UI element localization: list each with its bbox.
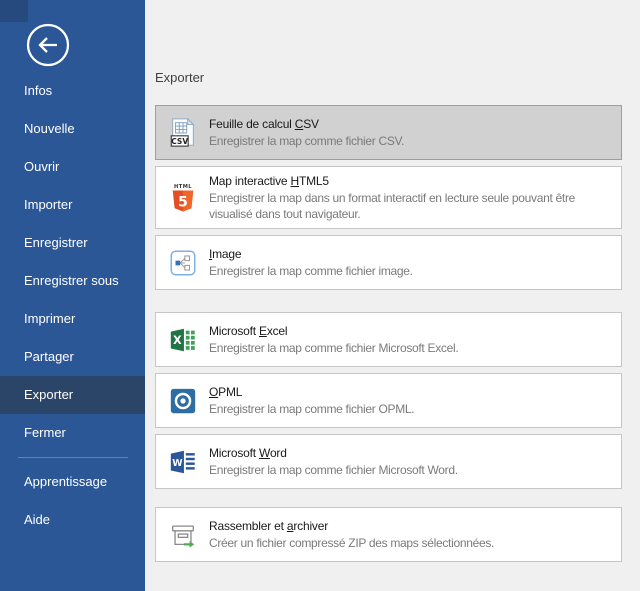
title-post: xcel	[267, 324, 288, 338]
title-accel: H	[291, 174, 299, 188]
export-item-text: Microsoft Excel Enregistrer la map comme…	[209, 323, 611, 356]
title-accel: O	[209, 385, 218, 399]
title-accel: W	[259, 446, 270, 460]
export-item-description: Enregistrer la map comme fichier image.	[209, 263, 611, 279]
export-item-title: Microsoft Word	[209, 445, 611, 461]
sidebar-item-nouvelle[interactable]: Nouvelle	[0, 110, 145, 148]
csv-file-icon: CSV	[168, 116, 198, 150]
html5-icon: HTML 5	[168, 181, 198, 215]
sidebar-item-fermer[interactable]: Fermer	[0, 414, 145, 452]
title-post: mage	[212, 247, 241, 261]
page-title: Exporter	[155, 70, 622, 85]
sidebar-item-apprentissage[interactable]: Apprentissage	[0, 463, 145, 501]
export-item-html5[interactable]: HTML 5 Map interactive HTML5 Enregistrer…	[155, 166, 622, 229]
sidebar-separator	[18, 457, 128, 458]
svg-text:5: 5	[178, 194, 188, 210]
title-pre: Feuille de calcul	[209, 117, 295, 131]
export-item-text: Microsoft Word Enregistrer la map comme …	[209, 445, 611, 478]
export-item-text: Map interactive HTML5 Enregistrer la map…	[209, 173, 611, 222]
export-item-title: OPML	[209, 384, 611, 400]
title-pre: Rassembler et	[209, 519, 287, 533]
export-item-description: Enregistrer la map dans un format intera…	[209, 190, 611, 222]
back-arrow-icon	[25, 55, 71, 72]
export-item-title: Rassembler et archiver	[209, 518, 611, 534]
sidebar-menu: Infos Nouvelle Ouvrir Importer Enregistr…	[0, 72, 145, 539]
export-item-title: Map interactive HTML5	[209, 173, 611, 189]
export-item-csv[interactable]: CSV Feuille de calcul CSV Enregistrer la…	[155, 105, 622, 160]
export-panel: Exporter CSV	[145, 0, 640, 591]
export-item-description: Enregistrer la map comme fichier Microso…	[209, 462, 611, 478]
sidebar-item-ouvrir[interactable]: Ouvrir	[0, 148, 145, 186]
archive-icon	[168, 518, 198, 552]
export-item-description: Créer un fichier compressé ZIP des maps …	[209, 535, 611, 551]
title-post: ord	[270, 446, 287, 460]
sidebar-item-exporter[interactable]: Exporter	[0, 376, 145, 414]
export-item-title: Microsoft Excel	[209, 323, 611, 339]
svg-text:X: X	[173, 334, 182, 347]
title-pre: Microsoft	[209, 446, 259, 460]
export-item-text: Feuille de calcul CSV Enregistrer la map…	[209, 116, 611, 149]
export-item-excel[interactable]: X Microsoft Excel Enregistrer la map com…	[155, 312, 622, 367]
sidebar-item-importer[interactable]: Importer	[0, 186, 145, 224]
sidebar-item-imprimer[interactable]: Imprimer	[0, 300, 145, 338]
sidebar: Infos Nouvelle Ouvrir Importer Enregistr…	[0, 0, 145, 591]
title-accel: E	[259, 324, 267, 338]
export-item-text: Rassembler et archiver Créer un fichier …	[209, 518, 611, 551]
export-item-description: Enregistrer la map comme fichier Microso…	[209, 340, 611, 356]
word-icon: W	[168, 445, 198, 479]
export-item-title: Feuille de calcul CSV	[209, 116, 611, 132]
title-post: rchiver	[293, 519, 328, 533]
excel-icon: X	[168, 323, 198, 357]
export-item-word[interactable]: W Microsoft Word Enregistrer la map comm…	[155, 434, 622, 489]
title-post: TML5	[299, 174, 329, 188]
export-item-description: Enregistrer la map comme fichier OPML.	[209, 401, 611, 417]
sidebar-item-enregistrer[interactable]: Enregistrer	[0, 224, 145, 262]
title-pre: Microsoft	[209, 324, 259, 338]
backstage-view: Infos Nouvelle Ouvrir Importer Enregistr…	[0, 0, 640, 591]
opml-icon	[168, 384, 198, 418]
sidebar-item-aide[interactable]: Aide	[0, 501, 145, 539]
title-post: PML	[218, 385, 242, 399]
export-item-image[interactable]: Image Enregistrer la map comme fichier i…	[155, 235, 622, 290]
export-item-text: Image Enregistrer la map comme fichier i…	[209, 246, 611, 279]
export-item-archive[interactable]: Rassembler et archiver Créer un fichier …	[155, 507, 622, 562]
svg-text:W: W	[172, 457, 183, 468]
title-pre: Map interactive	[209, 174, 291, 188]
sidebar-item-enregistrer-sous[interactable]: Enregistrer sous	[0, 262, 145, 300]
sidebar-item-partager[interactable]: Partager	[0, 338, 145, 376]
sidebar-corner	[0, 0, 28, 22]
export-item-opml[interactable]: OPML Enregistrer la map comme fichier OP…	[155, 373, 622, 428]
back-button[interactable]	[25, 22, 71, 68]
export-item-description: Enregistrer la map comme fichier CSV.	[209, 133, 611, 149]
export-item-title: Image	[209, 246, 611, 262]
title-post: SV	[303, 117, 319, 131]
sidebar-item-infos[interactable]: Infos	[0, 72, 145, 110]
svg-text:CSV: CSV	[171, 136, 188, 145]
image-file-icon	[168, 246, 198, 280]
title-accel: C	[295, 117, 303, 131]
svg-text:HTML: HTML	[174, 184, 192, 190]
export-item-text: OPML Enregistrer la map comme fichier OP…	[209, 384, 611, 417]
